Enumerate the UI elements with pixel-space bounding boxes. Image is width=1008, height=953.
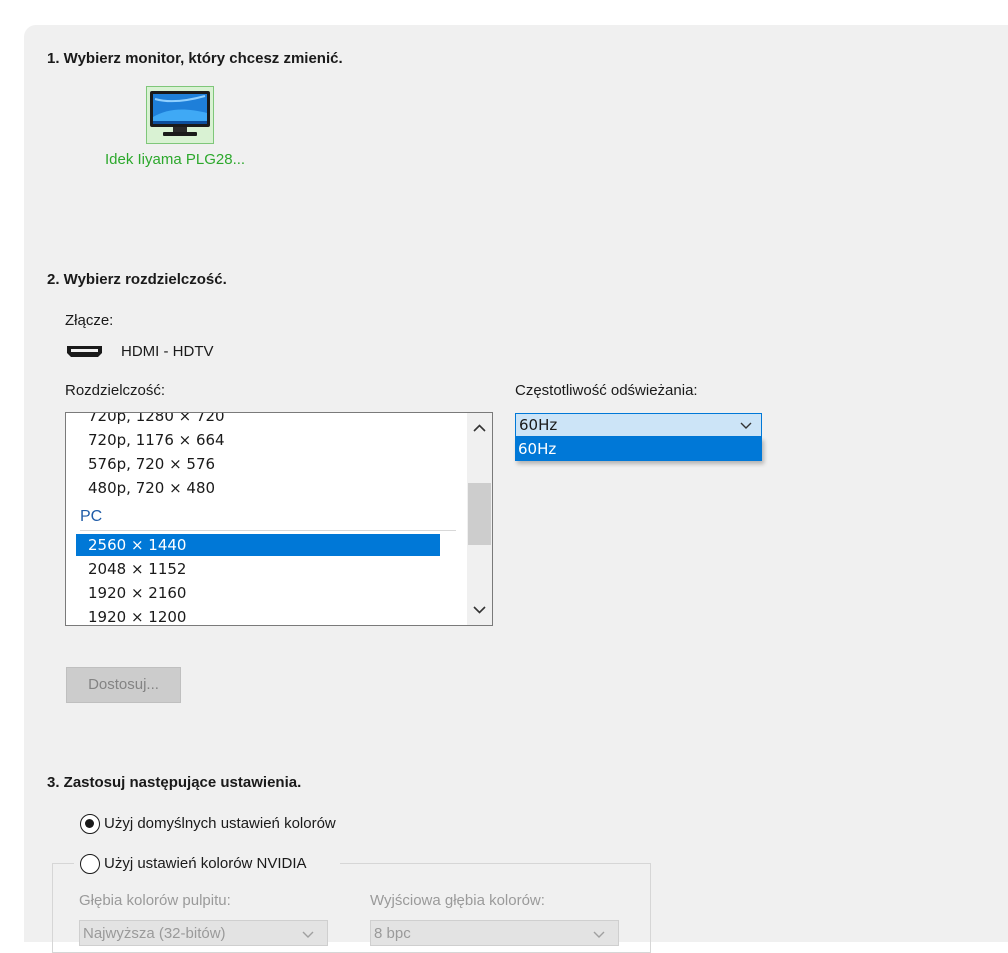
list-scrollbar[interactable]	[467, 413, 492, 625]
section1-heading: 1. Wybierz monitor, który chcesz zmienić…	[47, 50, 343, 67]
connector-label: Złącze:	[65, 312, 114, 329]
list-group-pc: PC	[80, 508, 456, 531]
list-item[interactable]: 480p, 720 × 480	[76, 477, 440, 499]
resolution-label: Rozdzielczość:	[65, 382, 166, 399]
desktop-depth-label: Głębia kolorów pulpitu:	[79, 892, 231, 909]
radio-default-label[interactable]: Użyj domyślnych ustawień kolorów	[104, 815, 336, 832]
monitor-tile[interactable]	[146, 86, 214, 144]
list-item-selected[interactable]: 2560 × 1440	[76, 534, 440, 556]
refresh-rate-select[interactable]: 60Hz	[515, 413, 762, 437]
list-item[interactable]: 1920 × 1200	[76, 606, 440, 625]
desktop-depth-select[interactable]: Najwyższa (32-bitów)	[79, 920, 328, 946]
hdmi-icon	[67, 346, 102, 357]
refresh-rate-dropdown[interactable]: 60Hz	[515, 437, 762, 461]
chevron-down-icon	[593, 931, 605, 938]
section3-heading: 3. Zastosuj następujące ustawienia.	[47, 774, 302, 791]
radio-nvidia-colors[interactable]	[80, 854, 100, 874]
output-depth-label: Wyjściowa głębia kolorów:	[370, 892, 545, 909]
list-item[interactable]: 720p, 1280 × 720	[76, 413, 440, 427]
radio-nvidia-label[interactable]: Użyj ustawień kolorów NVIDIA	[104, 855, 307, 872]
list-item[interactable]: 720p, 1176 × 664	[76, 429, 440, 451]
list-item[interactable]: 576p, 720 × 576	[76, 453, 440, 475]
dropdown-option[interactable]: 60Hz	[518, 440, 556, 458]
resolution-listbox[interactable]: 720p, 1280 × 720 720p, 1176 × 664 576p, …	[65, 412, 493, 626]
connector-value: HDMI - HDTV	[121, 343, 214, 360]
customize-button[interactable]: Dostosuj...	[66, 667, 181, 703]
chevron-down-icon	[740, 422, 752, 429]
section2-heading: 2. Wybierz rozdzielczość.	[47, 271, 227, 288]
refresh-rate-value: 60Hz	[519, 416, 558, 434]
monitor-label[interactable]: Idek Iiyama PLG28...	[105, 151, 245, 168]
chevron-down-icon	[473, 606, 486, 614]
scroll-up-arrow[interactable]	[467, 417, 492, 439]
monitor-icon	[150, 91, 210, 136]
refresh-label: Częstotliwość odświeżania:	[515, 382, 698, 399]
list-item[interactable]: 1920 × 2160	[76, 582, 440, 604]
scroll-thumb[interactable]	[468, 483, 491, 545]
radio-default-colors[interactable]	[80, 814, 100, 834]
chevron-down-icon	[302, 931, 314, 938]
output-depth-select[interactable]: 8 bpc	[370, 920, 619, 946]
chevron-up-icon	[473, 424, 486, 432]
desktop-depth-value: Najwyższa (32-bitów)	[83, 925, 226, 942]
scroll-down-arrow[interactable]	[467, 599, 492, 621]
list-item[interactable]: 2048 × 1152	[76, 558, 440, 580]
output-depth-value: 8 bpc	[374, 925, 411, 942]
